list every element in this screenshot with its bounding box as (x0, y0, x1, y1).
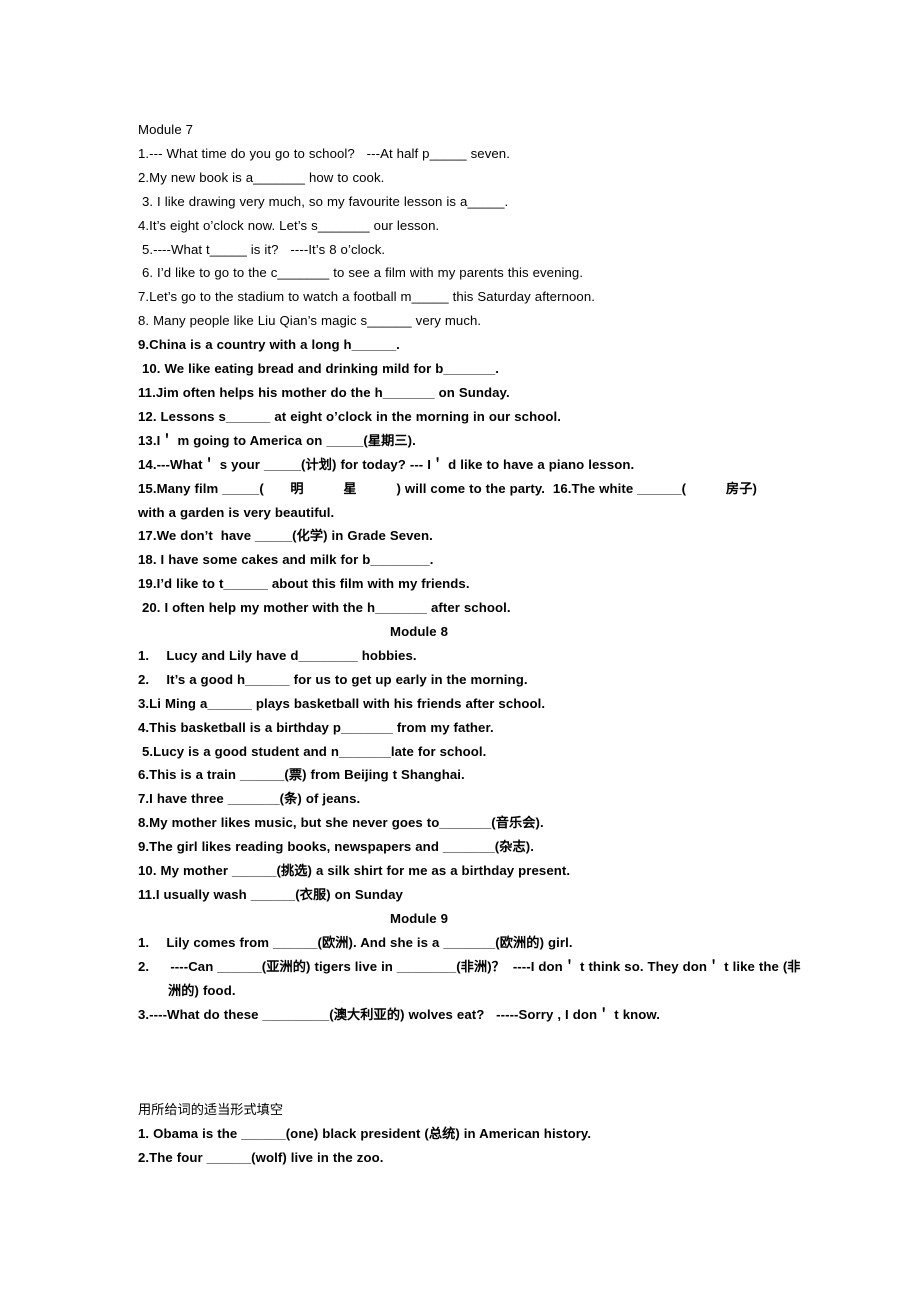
module7-item-17: 17.We don’t have _____(化学) in Grade Seve… (138, 528, 433, 544)
module7-item-8: 8. Many people like Liu Qian’s magic s__… (138, 313, 482, 329)
module8-item-6: 6.This is a train ______(票) from Beijing… (138, 767, 465, 783)
module7-item-6: 6. I’d like to go to the c_______ to see… (138, 265, 584, 281)
module7-item-3: 3. I like drawing very much, so my favou… (138, 193, 509, 209)
module9-item-3: 3.----What do these _________(澳大利亚的) wol… (138, 1006, 661, 1022)
module7-item-1: 1.--- What time do you go to school? ---… (138, 145, 510, 161)
module8-item-9: 9.The girl likes reading books, newspape… (138, 839, 535, 855)
module8-item-1: 1. Lucy and Lily have d________ hobbies. (138, 647, 417, 663)
module8-item-2: 2. It’s a good h______ for us to get up … (138, 671, 528, 687)
module9-item-1: 1. Lily comes from ______(欧洲). And she i… (138, 934, 573, 950)
module8-item-8: 8.My mother likes music, but she never g… (138, 815, 544, 831)
module8-item-4: 4.This basketball is a birthday p_______… (138, 719, 494, 735)
module9-title: Module 9 (390, 910, 448, 926)
module8-title: Module 8 (390, 624, 448, 640)
module8-item-3: 3.Li Ming a______ plays basketball with … (138, 695, 546, 711)
module7-item-10: 10. We like eating bread and drinking mi… (138, 361, 500, 377)
module8-item-11: 11.I usually wash ______(衣服) on Sunday (138, 887, 403, 902)
module7-item-9: 9.China is a country with a long h______… (138, 337, 400, 353)
worksheet-page: Module 7 1.--- What time do you go to sc… (0, 0, 920, 1302)
section4-heading: 用所给词的适当形式填空 (138, 1102, 284, 1118)
module7-item-2: 2.My new book is a_______ how to cook. (138, 169, 385, 185)
module7-item-11: 11.Jim often helps his mother do the h__… (138, 384, 510, 400)
module8-item-7: 7.I have three _______(条) of jeans. (138, 791, 361, 807)
module7-item-18: 18. I have some cakes and milk for b____… (138, 552, 434, 568)
module7-item-12: 12. Lessons s______ at eight o’clock in … (138, 408, 561, 424)
module7-item-13: 13.I＇ m going to America on _____(星期三). (138, 432, 416, 448)
module7-title: Module 7 (138, 122, 194, 137)
module8-item-5: 5.Lucy is a good student and n_______lat… (138, 743, 487, 759)
section4-item-1: 1. Obama is the ______(one) black presid… (138, 1126, 592, 1142)
module7-item-19: 19.I’d like to t______ about this film w… (138, 576, 470, 592)
module7-item-4: 4.It’s eight o’clock now. Let’s s_______… (138, 217, 440, 233)
section4-item-2: 2.The four ______(wolf) live in the zoo. (138, 1150, 384, 1166)
module7-item-15-16: 15.Many film _____( 明 星 ) will come to t… (138, 480, 761, 520)
module7-item-20: 20. I often help my mother with the h___… (138, 600, 511, 616)
module8-item-10: 10. My mother ______(挑选) a silk shirt fo… (138, 863, 571, 879)
module7-item-7: 7.Let’s go to the stadium to watch a foo… (138, 289, 595, 305)
module7-item-14: 14.---What＇ s your _____(计划) for today? … (138, 456, 635, 472)
module9-item-2: 2. ----Can ______(亚洲的) tigers live in __… (138, 958, 801, 998)
module7-item-5: 5.----What t_____ is it? ----It’s 8 o’cl… (138, 241, 386, 257)
